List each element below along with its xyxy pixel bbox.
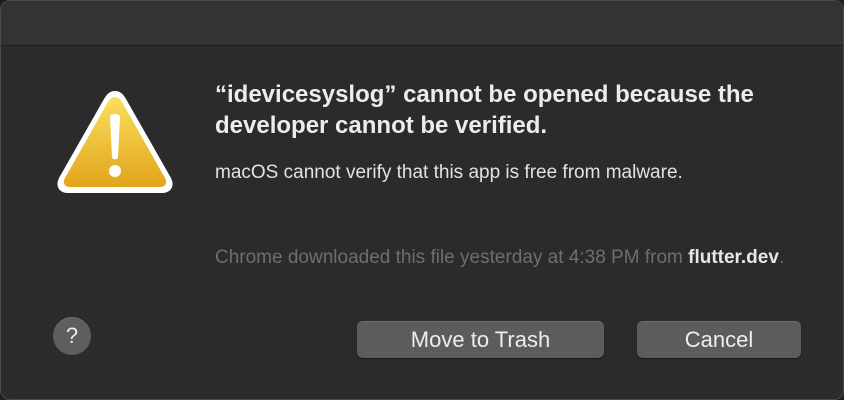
move-to-trash-button[interactable]: Move to Trash xyxy=(357,321,604,358)
alert-dialog: “idevicesyslog” cannot be opened because… xyxy=(0,0,844,400)
warning-triangle-icon xyxy=(57,91,173,193)
source-domain: flutter.dev xyxy=(688,247,779,268)
dialog-message: macOS cannot verify that this app is fre… xyxy=(215,162,683,183)
source-prefix: Chrome downloaded this file yesterday at… xyxy=(215,247,689,268)
cancel-button[interactable]: Cancel xyxy=(637,321,801,358)
dialog-titlebar xyxy=(1,1,843,46)
source-suffix: . xyxy=(778,247,785,268)
dialog-headline: “idevicesyslog” cannot be opened because… xyxy=(215,81,754,139)
help-button[interactable]: ? xyxy=(53,317,91,355)
download-source-text: Chrome downloaded this file yesterday at… xyxy=(215,243,815,272)
